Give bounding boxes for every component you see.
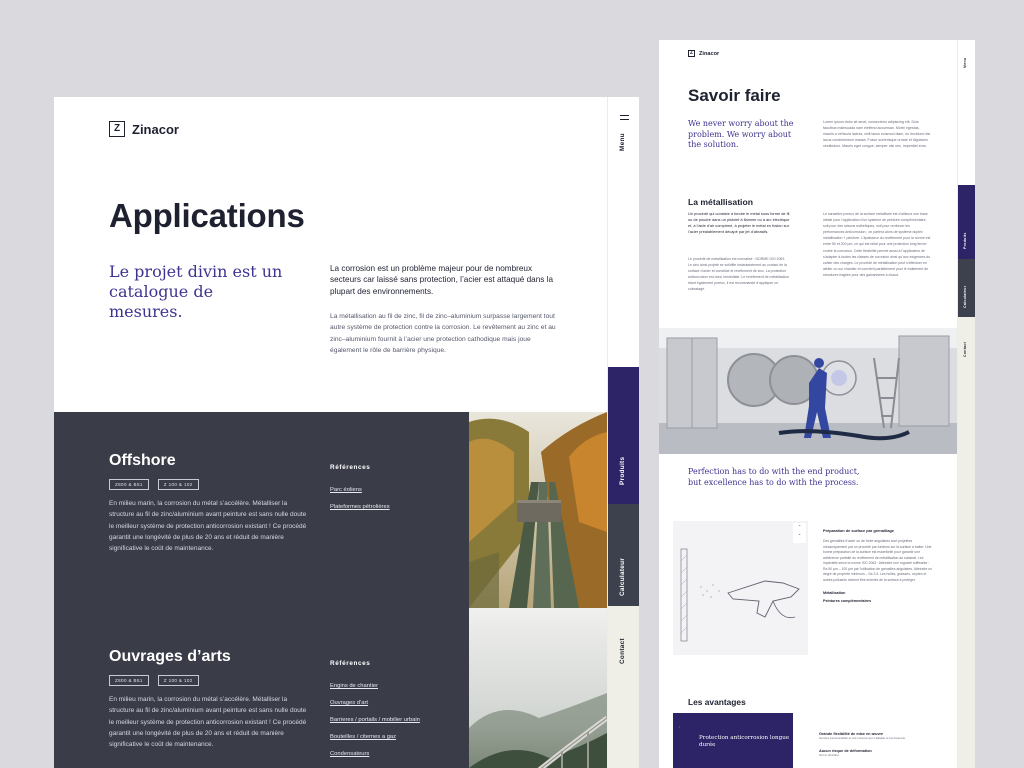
logo-mark: Z bbox=[688, 50, 695, 57]
references-heading: Références bbox=[330, 464, 371, 471]
nav-contact-label: Contact bbox=[963, 341, 967, 357]
illustration-badge: ⌃ ⌄ bbox=[793, 523, 806, 543]
nav-contact[interactable]: Contact bbox=[608, 606, 639, 768]
page-title: Savoir faire bbox=[688, 86, 781, 105]
product-tag[interactable]: Z 100 & 102 bbox=[157, 675, 199, 686]
references-list: Engins de chantier Ouvrages d’art Barrie… bbox=[330, 678, 420, 763]
bridge-image bbox=[469, 608, 607, 768]
reference-link[interactable]: Plateformes pétrolières bbox=[330, 499, 390, 516]
intro-text: Lorem ipsum dolor sit amet, consectetur … bbox=[823, 120, 931, 149]
nav-produits[interactable]: Produits bbox=[958, 185, 975, 259]
product-tag[interactable]: Z800 & B51 bbox=[109, 675, 149, 686]
reference-link[interactable]: Bouteilles / citernes a gaz bbox=[330, 729, 420, 746]
reference-link[interactable]: Condensateurs bbox=[330, 746, 420, 763]
vertical-nav: Menu Produits Calculateur Contact bbox=[607, 97, 639, 768]
advantage-desc: Sur le chantier bbox=[819, 753, 839, 757]
steps-title: Préparation de surface par grenaillage bbox=[823, 528, 894, 533]
applications-page: Z Zinacor Applications Le projet divin e… bbox=[54, 97, 639, 768]
nav-contact[interactable]: Contact bbox=[958, 317, 975, 768]
nav-menu[interactable]: Menu bbox=[619, 133, 626, 151]
advantage-card-title: Protection anticorrosion longue durée bbox=[699, 735, 790, 748]
logo-text: Zinacor bbox=[699, 50, 720, 57]
nav-calculateur[interactable]: Calculateur bbox=[608, 504, 639, 606]
nav-produits[interactable]: Produits bbox=[608, 367, 639, 504]
references-list: Parc éoliens Plateformes pétrolières bbox=[330, 482, 390, 516]
quote: Perfection has to do with the end produc… bbox=[688, 467, 860, 487]
reference-link[interactable]: Ouvrages d’art bbox=[330, 695, 420, 712]
step-item[interactable]: Peintures complémentaires bbox=[823, 597, 933, 605]
section-title: La métallisation bbox=[688, 197, 753, 207]
workshop-photo bbox=[659, 328, 957, 454]
product-tag[interactable]: Z 100 & 102 bbox=[157, 479, 199, 490]
advantage-item[interactable]: Grande flexibilité de mise en œuvre Serv… bbox=[819, 732, 945, 741]
steps-panel: Préparation de surface par grenaillage D… bbox=[823, 528, 933, 605]
logo[interactable]: Z Zinacor bbox=[688, 50, 719, 57]
vertical-nav: Menu Produits Calculateur Contact bbox=[957, 40, 975, 768]
references-heading: Références bbox=[330, 660, 371, 667]
reference-link[interactable]: Barrieres / portails / mobilier urbain bbox=[330, 712, 420, 729]
body-paragraph: La métallisation au fil de zinc, fil de … bbox=[330, 313, 556, 354]
section-ouvrages-darts: Ouvrages d’arts Z800 & B51 Z 100 & 102 E… bbox=[54, 608, 469, 768]
section-title: Ouvrages d’arts bbox=[109, 648, 231, 665]
nav-calculateur[interactable]: Calculateur bbox=[958, 259, 975, 317]
intro-quote: Le projet divin est un catalogue de mesu… bbox=[109, 262, 283, 321]
logo-mark: Z bbox=[109, 121, 125, 137]
section-text: En milieu marin, la corrosion du métal s… bbox=[109, 500, 307, 553]
product-tag[interactable]: Z800 & B51 bbox=[109, 479, 149, 490]
page-title: Applications bbox=[109, 197, 305, 234]
advantage-item[interactable]: Aucun risque de déformation Sur le chant… bbox=[819, 749, 945, 758]
spray-gun-illustration: ⌃ ⌄ bbox=[673, 521, 808, 655]
nav-calculateur-label: Calculateur bbox=[963, 285, 967, 308]
advantage-card[interactable]: “ Protection anticorrosion longue durée bbox=[673, 713, 793, 768]
pipeline-photo bbox=[469, 412, 607, 608]
advantages-list: Grande flexibilité de mise en œuvre Serv… bbox=[819, 732, 945, 766]
advantage-desc: Service personnalisé et sur-mesure qui s… bbox=[819, 736, 906, 740]
reference-link[interactable]: Parc éoliens bbox=[330, 482, 390, 499]
section-title: Offshore bbox=[109, 452, 176, 469]
spray-gun-icon bbox=[680, 548, 800, 642]
logo[interactable]: Z Zinacor bbox=[109, 121, 179, 137]
pipeline-image bbox=[469, 412, 607, 608]
intro-quote: We never worry about the problem. We wor… bbox=[688, 119, 794, 149]
nav-produits-label: Produits bbox=[963, 232, 967, 249]
lead-paragraph: La corrosion est un problème majeur pour… bbox=[330, 264, 553, 296]
steps-text: Des grenailles d’acier ou de fonte angul… bbox=[823, 539, 933, 582]
bridge-photo bbox=[469, 608, 607, 768]
step-item[interactable]: Métallisation bbox=[823, 589, 933, 597]
quote-mark-icon: “ bbox=[679, 726, 681, 730]
metallisation-text-right: Le caractère poreux de la surface métall… bbox=[823, 212, 931, 277]
nav-produits-label: Produits bbox=[619, 456, 626, 485]
section-text: En milieu marin, la corrosion du métal s… bbox=[109, 696, 307, 749]
workshop-image bbox=[659, 328, 957, 454]
nav-menu[interactable]: Menu bbox=[963, 58, 967, 68]
metallisation-text: Le procédé de métallisation est normalis… bbox=[688, 257, 789, 292]
nav-calculateur-label: Calculateur bbox=[619, 557, 626, 596]
metallisation-lead: Un procédé qui consiste à fondre le méta… bbox=[688, 211, 790, 234]
reference-link[interactable]: Engins de chantier bbox=[330, 678, 420, 695]
logo-text: Zinacor bbox=[132, 121, 179, 137]
nav-contact-label: Contact bbox=[619, 638, 626, 664]
section-offshore: Offshore Z800 & B51 Z 100 & 102 En milie… bbox=[54, 412, 469, 608]
hamburger-icon[interactable] bbox=[620, 115, 629, 123]
savoir-faire-page: Z Zinacor Savoir faire We never worry ab… bbox=[659, 40, 975, 768]
advantages-title: Les avantages bbox=[688, 697, 746, 707]
